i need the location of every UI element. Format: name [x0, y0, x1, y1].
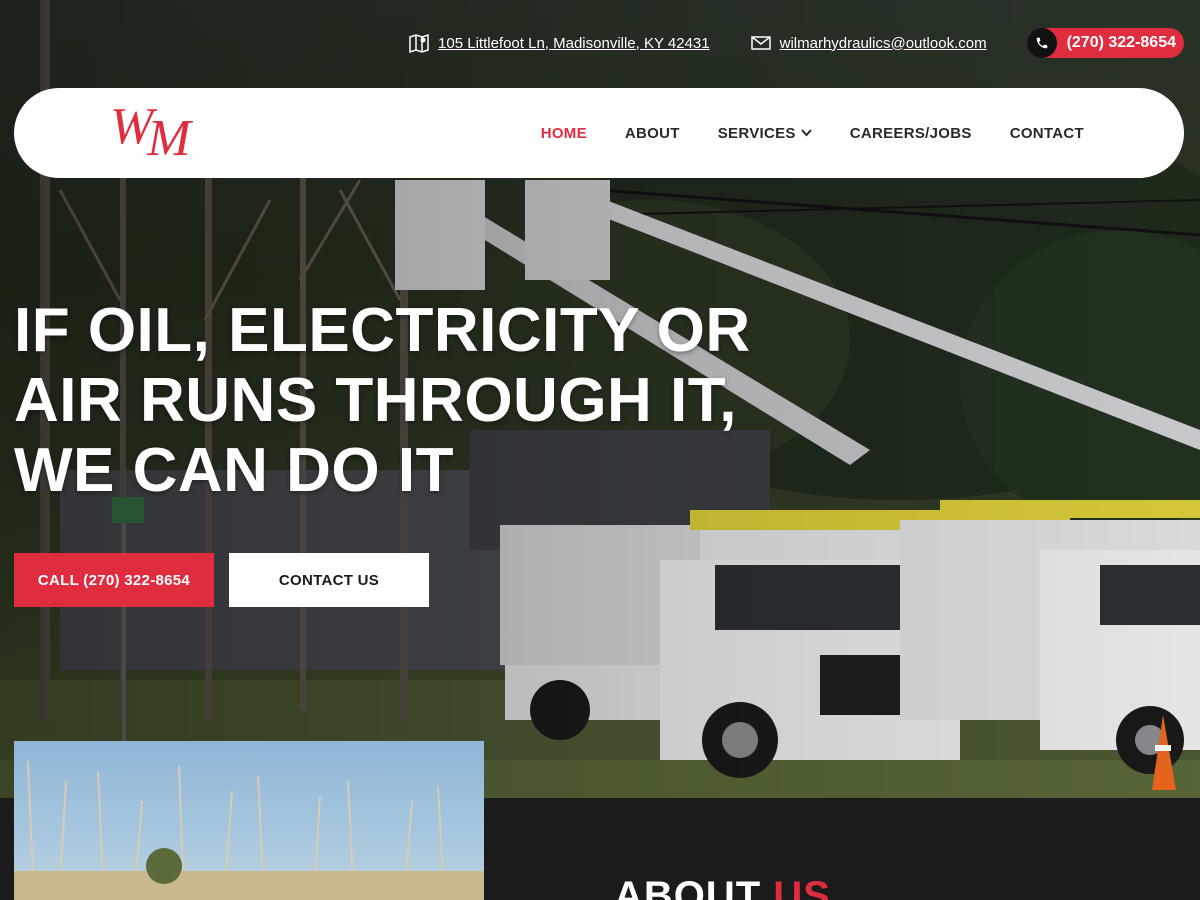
email-item: wilmarhydraulics@outlook.com [750, 32, 987, 54]
email-link[interactable]: wilmarhydraulics@outlook.com [780, 35, 987, 52]
top-contact-bar: 105 Littlefoot Ln, Madisonville, KY 4243… [408, 28, 1184, 58]
phone-number: (270) 322-8654 [1066, 34, 1176, 51]
about-photo [14, 741, 484, 900]
site-logo[interactable]: WM [110, 101, 191, 165]
logo-letter-w: W [110, 98, 153, 155]
nav-services[interactable]: SERVICES [718, 125, 812, 142]
address-link[interactable]: 105 Littlefoot Ln, Madisonville, KY 4243… [438, 35, 710, 52]
nav-services-label: SERVICES [717, 124, 796, 142]
nav-careers[interactable]: CAREERS/JOBS [850, 125, 972, 142]
chevron-down-icon [800, 129, 812, 137]
about-heading-main: ABOUT [614, 874, 762, 900]
about-heading: ABOUT US [614, 874, 831, 900]
headline-line-2: AIR RUNS THROUGH IT, [14, 366, 737, 435]
nav-contact[interactable]: CONTACT [1010, 125, 1084, 142]
mail-icon [750, 32, 772, 54]
nav-about[interactable]: ABOUT [625, 125, 680, 142]
logo-letter-m: M [147, 110, 190, 167]
about-heading-accent: US [773, 874, 831, 900]
site-header: WM HOME ABOUT SERVICES CAREERS/JOBS CONT… [14, 88, 1184, 178]
map-icon [408, 32, 430, 54]
phone-icon [1026, 28, 1057, 58]
call-button[interactable]: CALL (270) 322-8654 [14, 553, 214, 607]
headline-line-1: IF OIL, ELECTRICITY OR [14, 296, 751, 365]
contact-us-button[interactable]: CONTACT US [229, 553, 429, 607]
nav-home[interactable]: HOME [541, 125, 587, 142]
phone-link[interactable]: (270) 322-8654 [1026, 28, 1184, 58]
hero-headline: IF OIL, ELECTRICITY OR AIR RUNS THROUGH … [14, 296, 774, 506]
about-photo-image [14, 760, 484, 900]
address-item: 105 Littlefoot Ln, Madisonville, KY 4243… [408, 32, 710, 54]
headline-line-3: WE CAN DO IT [14, 436, 454, 505]
main-nav: HOME ABOUT SERVICES CAREERS/JOBS CONTACT [503, 125, 1084, 142]
